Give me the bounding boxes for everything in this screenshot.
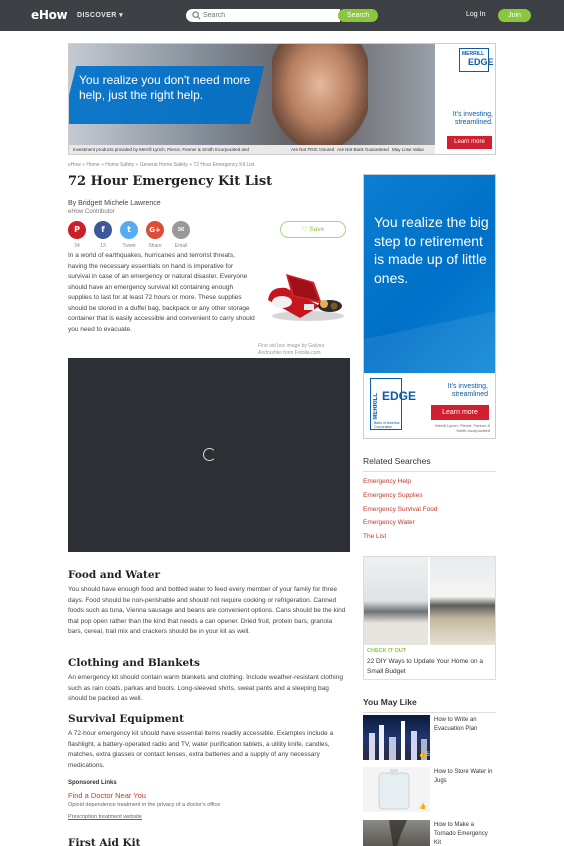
banner-ad-brand-panel: MERRILL EDGE It's investing, streamlined… (435, 44, 495, 154)
article-author[interactable]: By Bridgett Michele Lawrence (68, 200, 161, 207)
banner-ad-learn-more-button[interactable]: Learn more (447, 136, 492, 149)
twitter-icon: t (120, 221, 138, 239)
save-label: Save (309, 226, 325, 233)
tornado-image (389, 820, 407, 846)
you-may-like-title[interactable]: How to Store Water in Jugs (434, 768, 496, 786)
sponsored-link[interactable]: Find a Doctor Near You (68, 791, 146, 800)
search-icon (192, 11, 201, 20)
you-may-like-thumbnail[interactable]: 👍 (363, 767, 430, 812)
email-share[interactable]: ✉ Email (172, 221, 190, 249)
twitter-label: Tweet (122, 243, 136, 249)
related-search-link[interactable]: The List (363, 533, 386, 540)
rail-ad-fine-print: Merrill Lynch, Pierce, Fenner & Smith In… (435, 423, 490, 433)
caret-down-icon: ▾ (119, 12, 124, 19)
facebook-icon: f (94, 221, 112, 239)
banner-ad-footer: Investment products provided by Merrill … (69, 145, 435, 154)
pinterest-icon: P (68, 221, 86, 239)
rail-ad[interactable]: You realize the big step to retirement i… (363, 174, 496, 439)
likes-count: 5 (426, 752, 430, 758)
related-search-link[interactable]: Emergency Help (363, 478, 411, 485)
facebook-share[interactable]: f 13 (94, 221, 112, 249)
breadcrumb-item[interactable]: Home (81, 162, 100, 168)
section-heading: Survival Equipment (68, 713, 184, 725)
you-may-like-title[interactable]: How to Write an Evacuation Plan (434, 716, 496, 734)
promo-card-image (364, 557, 428, 645)
promo-card-title: 22 DIY Ways to Update Your Home on a Sma… (367, 658, 483, 675)
rail-ad-tagline: It's investing, streamlined (447, 383, 488, 398)
edge-label: EDGE (382, 389, 417, 403)
pinterest-count: 34 (74, 243, 80, 249)
breadcrumb-item[interactable]: 72 Hour Emergency Kit List (188, 162, 254, 168)
promo-card-image (430, 557, 495, 645)
you-may-like-heading: You May Like (363, 697, 496, 713)
first-aid-kit-image (268, 274, 344, 321)
image-caption: First aid box image by Galyna Andrushko … (258, 343, 325, 356)
join-button[interactable]: Join (498, 9, 531, 22)
email-label: Email (174, 243, 188, 249)
you-may-like-thumbnail[interactable] (363, 820, 430, 846)
section-heading: First Aid Kit (68, 837, 141, 846)
banner-ad-tagline: It's investing, streamlined. (452, 111, 493, 126)
merrill-edge-logo: MERRILL EDGE Bank of America Corporation (370, 378, 416, 430)
article-contributor: eHow Contributor (68, 209, 115, 215)
banner-ad-person (272, 44, 368, 146)
discover-menu[interactable]: DISCOVER ▾ (77, 11, 123, 19)
rail-ad-headline: You realize the big step to retirement i… (374, 214, 489, 286)
section-body: An emergency kit should contain warm bla… (68, 674, 343, 702)
edge-label: EDGE (468, 57, 494, 67)
banner-ad-badge: Are Not FDIC Insured (291, 147, 335, 152)
related-search-link[interactable]: Emergency Water (363, 519, 415, 526)
you-may-like-title[interactable]: How to Make a Tornado Emergency Kit (434, 821, 496, 846)
googleplus-label: Share (148, 243, 162, 249)
promo-card[interactable]: CHECK IT OUT 22 DIY Ways to Update Your … (363, 556, 496, 680)
section-heading: Food and Water (68, 569, 161, 581)
section-heading: Clothing and Blankets (68, 657, 200, 669)
search-box (186, 9, 340, 22)
rail-ad-learn-more-button[interactable]: Learn more (431, 405, 489, 420)
top-nav: eHow DISCOVER ▾ Search Log In Join (0, 0, 564, 31)
heart-icon: ♡ (301, 226, 308, 233)
search-button[interactable]: Search (338, 9, 378, 22)
merrill-edge-logo: MERRILL EDGE (459, 48, 494, 72)
merrill-label: MERRILL (373, 393, 379, 420)
related-searches-heading: Related Searches (363, 456, 496, 472)
googleplus-share[interactable]: G+ Share (146, 221, 164, 249)
banner-ad[interactable]: You realize you don't need more help, ju… (68, 43, 496, 155)
thumbs-up-icon: 👍 (419, 804, 427, 810)
you-may-like-thumbnail[interactable]: 👍5 (363, 715, 430, 760)
promo-card-tag: CHECK IT OUT (367, 648, 407, 654)
banner-ad-badge: Are Not Bank Guaranteed (337, 147, 389, 152)
breadcrumb-item[interactable]: General Home Safety (134, 162, 188, 168)
article-title: 72 Hour Emergency Kit List (68, 174, 273, 189)
discover-label: DISCOVER (77, 12, 117, 19)
login-link[interactable]: Log In (466, 11, 485, 18)
facebook-count: 13 (100, 243, 106, 249)
save-button[interactable]: ♡ Save (280, 221, 346, 238)
googleplus-icon: G+ (146, 221, 164, 239)
banner-ad-badge: May Lose Value (392, 147, 424, 152)
video-player[interactable] (68, 358, 350, 552)
related-search-link[interactable]: Emergency Survival Food (363, 506, 437, 513)
section-body: A 72-hour emergency kit should have esse… (68, 730, 334, 769)
sponsored-description: Opioid dependence treatment in the priva… (68, 802, 221, 808)
breadcrumb: eHowHomeHome SafetyGeneral Home Safety72… (68, 162, 254, 168)
sponsored-links-label: Sponsored Links (68, 780, 117, 786)
merrill-sub-label: Bank of America Corporation (374, 421, 400, 429)
breadcrumb-item[interactable]: eHow (68, 162, 81, 168)
search-bar: Search (186, 9, 378, 22)
thumbs-up-icon: 👍5 (419, 752, 430, 758)
sponsored-url[interactable]: Prescription treatment website (68, 814, 142, 820)
breadcrumb-item[interactable]: Home Safety (100, 162, 134, 168)
search-input[interactable] (203, 10, 333, 21)
twitter-share[interactable]: t Tweet (120, 221, 138, 249)
loading-spinner-icon (203, 448, 216, 461)
banner-ad-disclaimer: Investment products provided by Merrill … (73, 147, 249, 152)
related-search-link[interactable]: Emergency Supplies (363, 492, 423, 499)
email-icon: ✉ (172, 221, 190, 239)
pinterest-share[interactable]: P 34 (68, 221, 86, 249)
banner-ad-headline: You realize you don't need more help, ju… (79, 73, 251, 102)
article-intro: In a world of earthquakes, hurricanes an… (68, 252, 255, 333)
ehow-logo[interactable]: eHow (31, 8, 68, 22)
section-body: You should have enough food and bottled … (68, 586, 346, 635)
